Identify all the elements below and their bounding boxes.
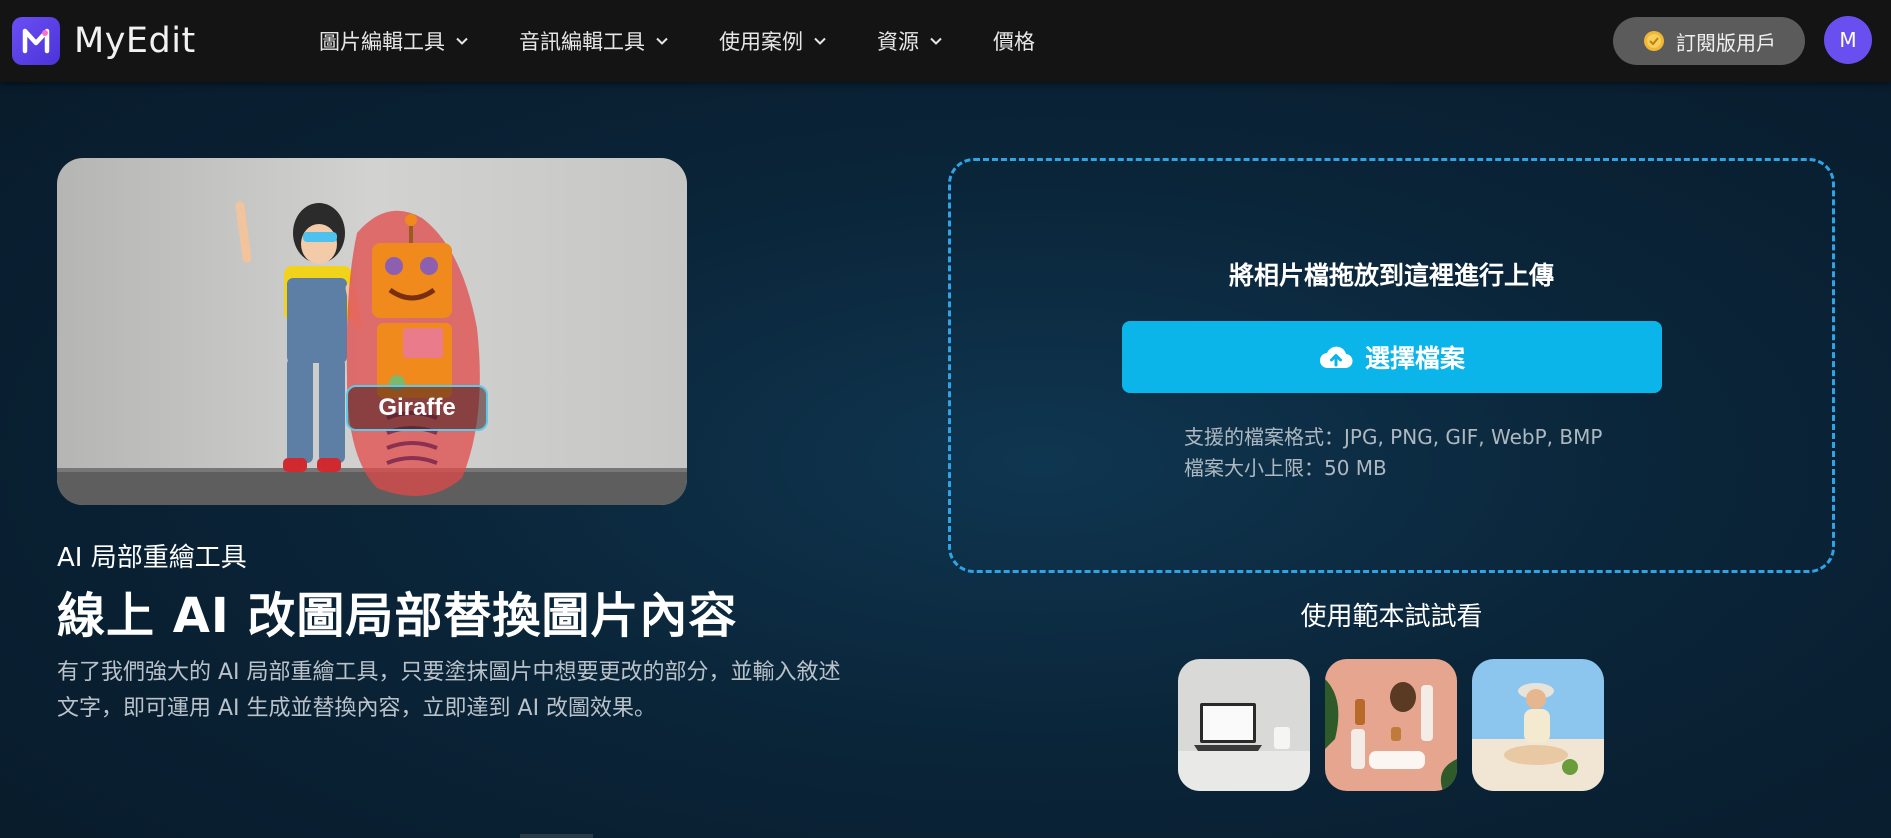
chevron-down-icon xyxy=(456,37,468,45)
nav-use-cases[interactable]: 使用案例 xyxy=(719,26,827,56)
nav-resources[interactable]: 資源 xyxy=(877,26,943,56)
subscriber-label: 訂閱版用戶 xyxy=(1676,30,1776,55)
top-nav-bar: MyEdit 圖片編輯工具 音訊編輯工具 使用案例 資源 價格 訂閱版用戶 M xyxy=(0,0,1891,82)
demo-prompt-tag: Giraffe xyxy=(346,385,488,431)
cloud-upload-icon xyxy=(1319,346,1353,369)
nav-label: 圖片編輯工具 xyxy=(319,30,445,54)
page-description: 有了我們強大的 AI 局部重繪工具，只要塗抹圖片中想要更改的部分，並輸入敘述文字… xyxy=(57,660,841,721)
horizontal-scroll-indicator[interactable] xyxy=(520,834,593,838)
max-file-size: 檔案大小上限：50 MB xyxy=(1184,456,1387,480)
chevron-down-icon xyxy=(656,37,668,45)
choose-file-label: 選擇檔案 xyxy=(1364,344,1465,373)
medal-icon xyxy=(1644,31,1664,51)
nav-label: 音訊編輯工具 xyxy=(519,30,645,54)
subscriber-button[interactable]: 訂閱版用戶 xyxy=(1613,17,1805,65)
hero-demo-image: Giraffe xyxy=(57,158,687,505)
page-title: 線上 AI 改圖局部替換圖片內容 xyxy=(57,588,738,644)
myedit-logo-icon xyxy=(12,17,60,65)
page-subtitle: AI 局部重繪工具 xyxy=(57,543,247,573)
logo[interactable]: MyEdit xyxy=(12,17,196,65)
laptop-sample[interactable] xyxy=(1178,659,1310,791)
upload-dropzone[interactable]: 將相片檔拖放到這裡進行上傳 選擇檔案 支援的檔案格式：JPG, PNG, GIF… xyxy=(948,158,1835,573)
nav-audio-tools[interactable]: 音訊編輯工具 xyxy=(519,26,669,56)
nav-label: 價格 xyxy=(993,30,1035,54)
nav-image-tools[interactable]: 圖片編輯工具 xyxy=(319,26,469,56)
chevron-down-icon xyxy=(814,37,826,45)
beach-sample[interactable] xyxy=(1472,659,1604,791)
nav-pricing[interactable]: 價格 xyxy=(993,26,1035,56)
app-name: MyEdit xyxy=(74,21,196,61)
chevron-down-icon xyxy=(930,37,942,45)
main-nav: 圖片編輯工具 音訊編輯工具 使用案例 資源 價格 xyxy=(319,0,1085,82)
nav-label: 資源 xyxy=(877,30,919,54)
sample-images xyxy=(1178,659,1619,791)
samples-heading: 使用範本試試看 xyxy=(1300,602,1483,632)
upload-constraints: 支援的檔案格式：JPG, PNG, GIF, WebP, BMP 檔案大小上限：… xyxy=(1184,422,1602,484)
avatar[interactable]: M xyxy=(1824,16,1872,64)
nav-label: 使用案例 xyxy=(719,30,803,54)
cosmetics-sample[interactable] xyxy=(1325,659,1457,791)
supported-formats: 支援的檔案格式：JPG, PNG, GIF, WebP, BMP xyxy=(1184,425,1603,449)
choose-file-button[interactable]: 選擇檔案 xyxy=(1122,321,1662,393)
drop-instruction: 將相片檔拖放到這裡進行上傳 xyxy=(1228,261,1554,290)
